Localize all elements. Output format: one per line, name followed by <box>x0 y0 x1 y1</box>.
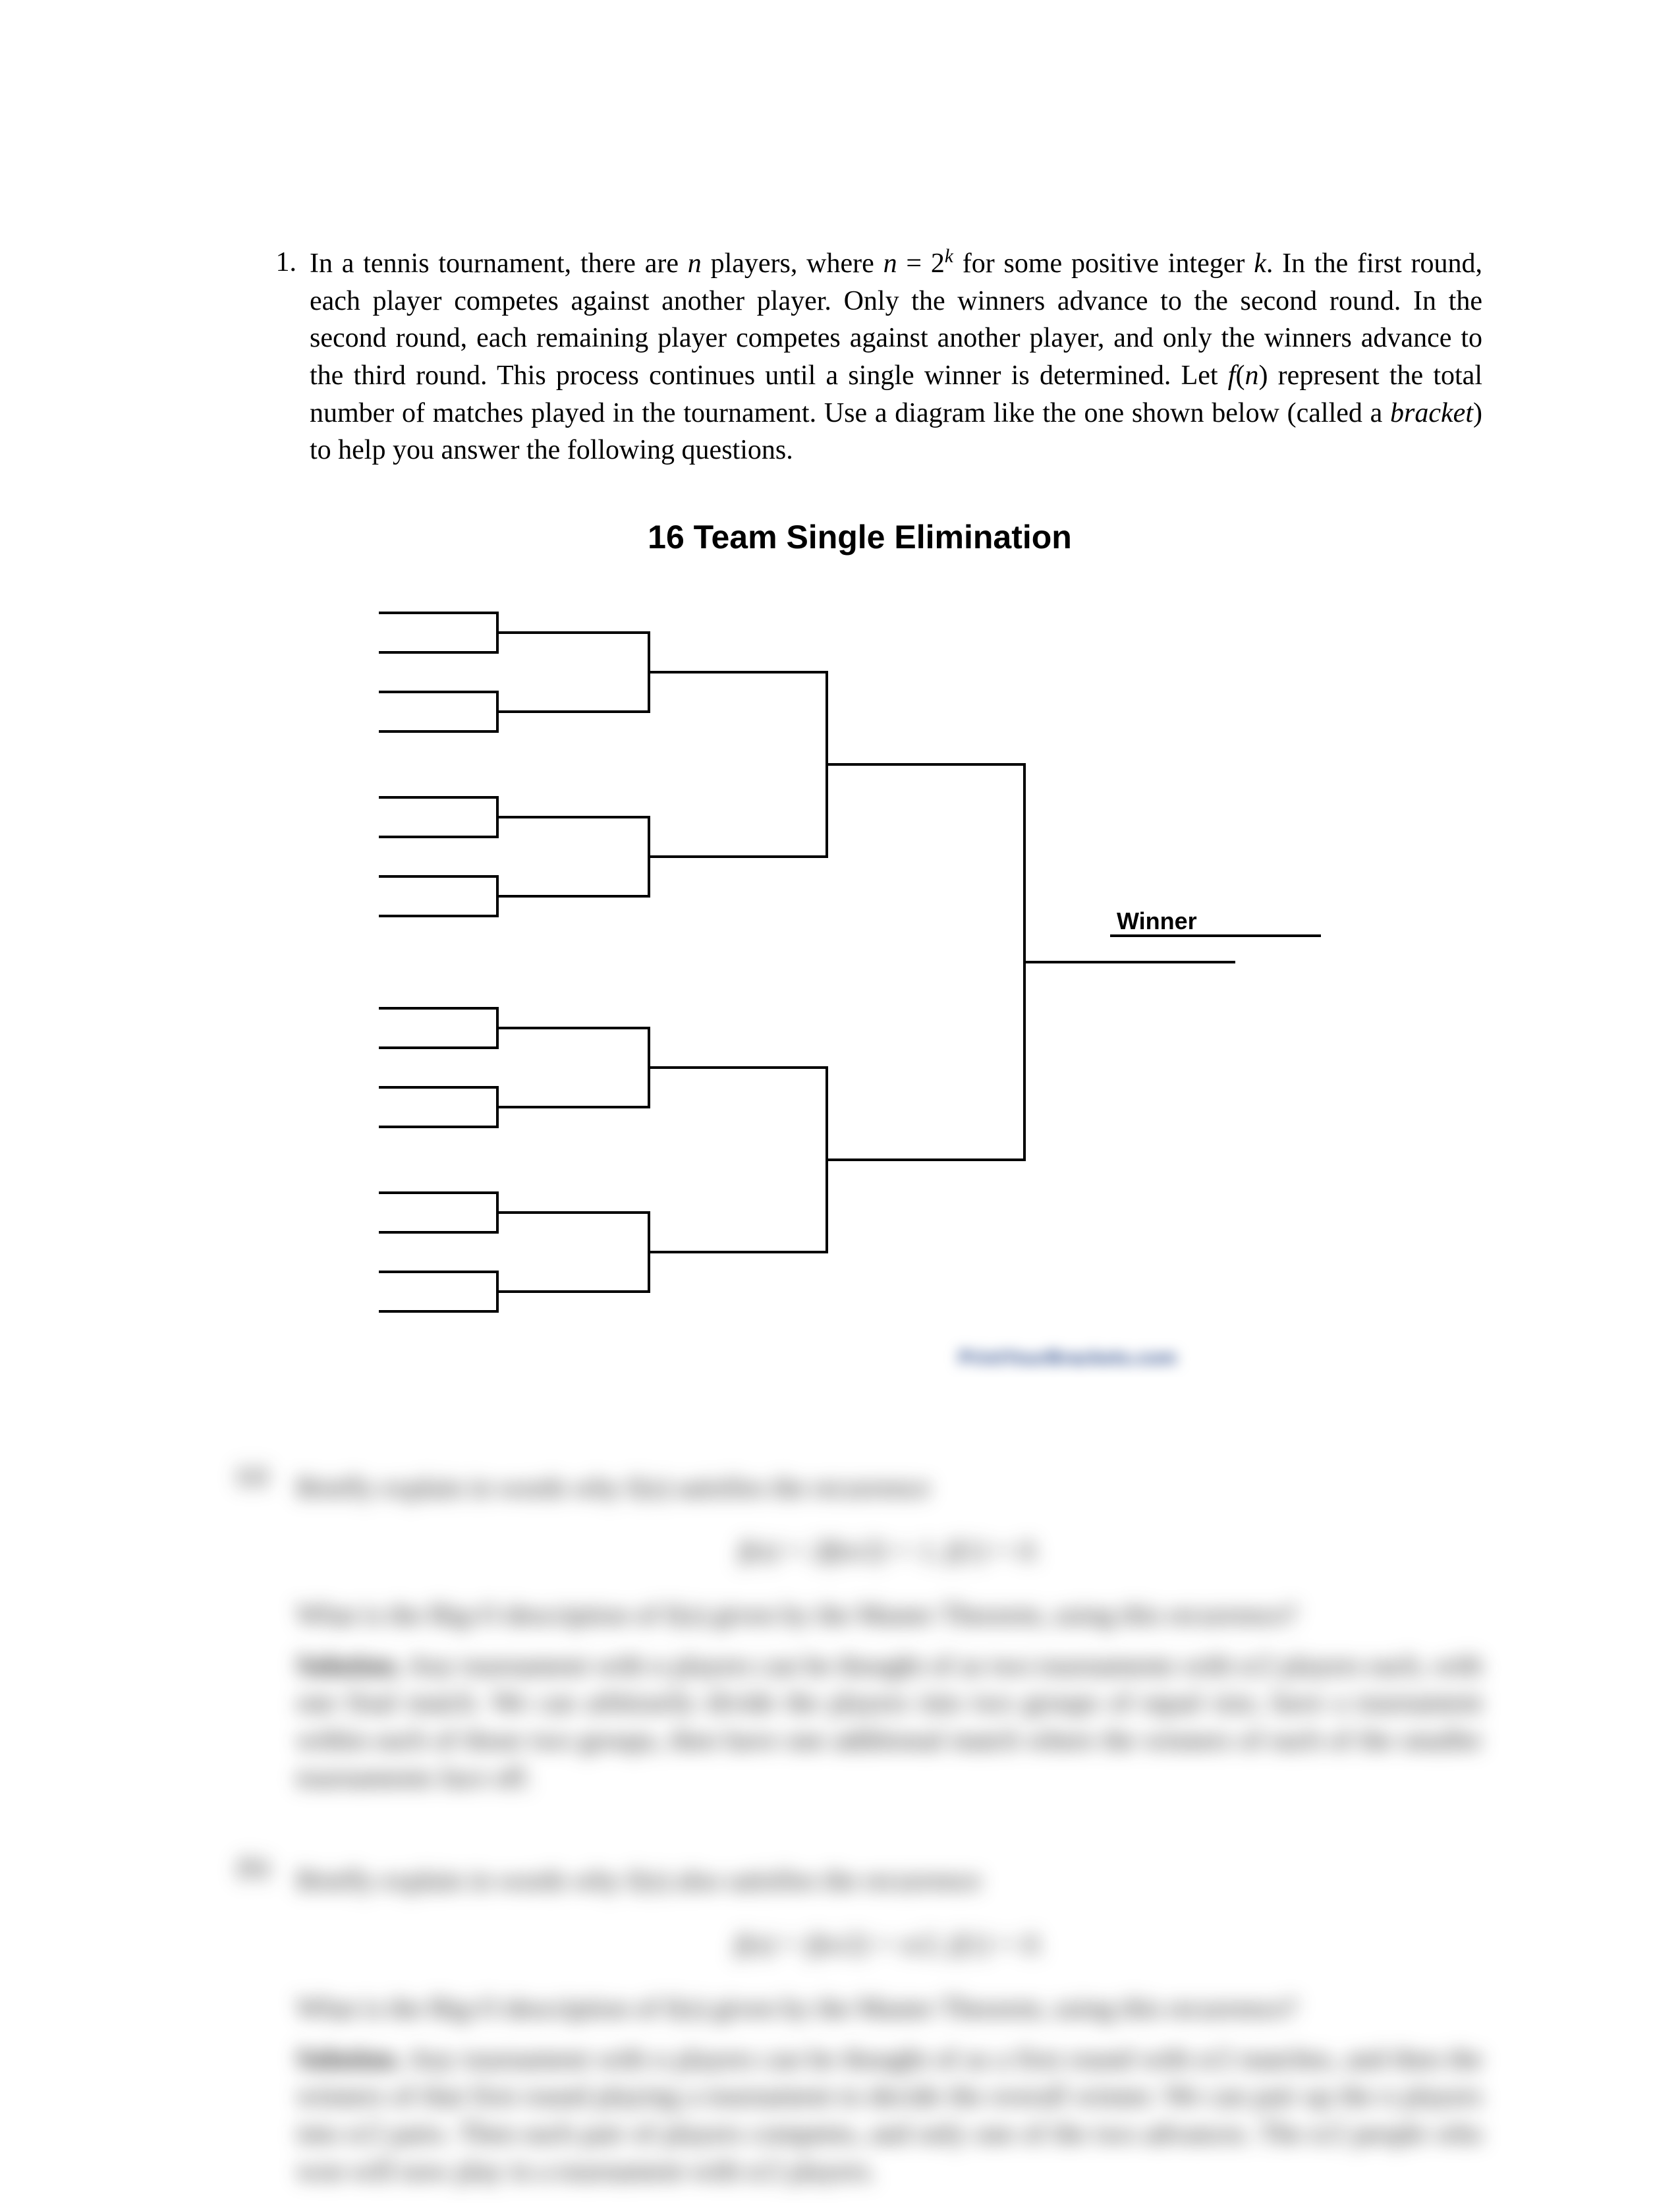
text: players, where <box>702 248 883 279</box>
solution-text: Any tournament with n players can be tho… <box>296 1651 1482 1793</box>
part-a: (a) Briefly explain in words why f(n) sa… <box>237 1456 1482 1810</box>
var-k: k <box>1254 248 1266 279</box>
paren-close: ) <box>1258 360 1268 391</box>
solution-label: Solution. <box>296 2044 402 2074</box>
problem-text: In a tennis tournament, there are n play… <box>310 244 1482 469</box>
part-b-label: (b) <box>237 1849 296 2203</box>
text: for some positive integer <box>953 248 1254 279</box>
problem-1: 1. In a tennis tournament, there are n p… <box>237 244 1482 469</box>
bracket-svg: Winner PrintYourBrackets.com <box>366 587 1354 1377</box>
bracket-title: 16 Team Single Elimination <box>237 515 1482 560</box>
solution-text: Any tournament with n players can be tho… <box>296 2044 1482 2187</box>
text: In a tennis tournament, there are <box>310 248 688 279</box>
part-a-question: What is the Big-O description of f(n) gi… <box>296 1597 1482 1634</box>
part-b-equation: f(n) = f(n/2) + n/2, f(1) = 0. <box>296 1926 1482 1964</box>
fn-arg: n <box>1245 360 1258 391</box>
fn-f: f <box>1228 360 1236 391</box>
eq-n: n <box>883 248 897 279</box>
part-b-question: What is the Big-O description of f(n) gi… <box>296 1990 1482 2028</box>
part-a-label: (a) <box>237 1456 296 1810</box>
bracket-word: bracket <box>1390 398 1473 428</box>
part-b: (b) Briefly explain in words why f(n) al… <box>237 1849 1482 2203</box>
text: = 2 <box>897 248 945 279</box>
problem-number: 1. <box>237 244 310 281</box>
var-n: n <box>688 248 702 279</box>
bracket-attribution: PrintYourBrackets.com <box>959 1347 1177 1369</box>
part-a-equation: f(n) = 2f(n/2) + 1, f(1) = 0. <box>296 1533 1482 1570</box>
part-b-text: Briefly explain in words why f(n) also s… <box>296 1862 1482 1900</box>
page: 1. In a tennis tournament, there are n p… <box>0 0 1680 2175</box>
part-b-solution: Solution. Any tournament with n players … <box>296 2041 1482 2190</box>
winner-label: Winner <box>1117 907 1197 934</box>
part-a-text: Briefly explain in words why f(n) satisf… <box>296 1470 1482 1507</box>
paren-open: ( <box>1235 360 1245 391</box>
blurred-content: (a) Briefly explain in words why f(n) sa… <box>237 1456 1482 2203</box>
part-a-solution: Solution. Any tournament with n players … <box>296 1647 1482 1797</box>
eq-exp: k <box>945 246 953 267</box>
solution-label: Solution. <box>296 1651 402 1681</box>
bracket-diagram: 16 Team Single Elimination <box>237 515 1482 1377</box>
